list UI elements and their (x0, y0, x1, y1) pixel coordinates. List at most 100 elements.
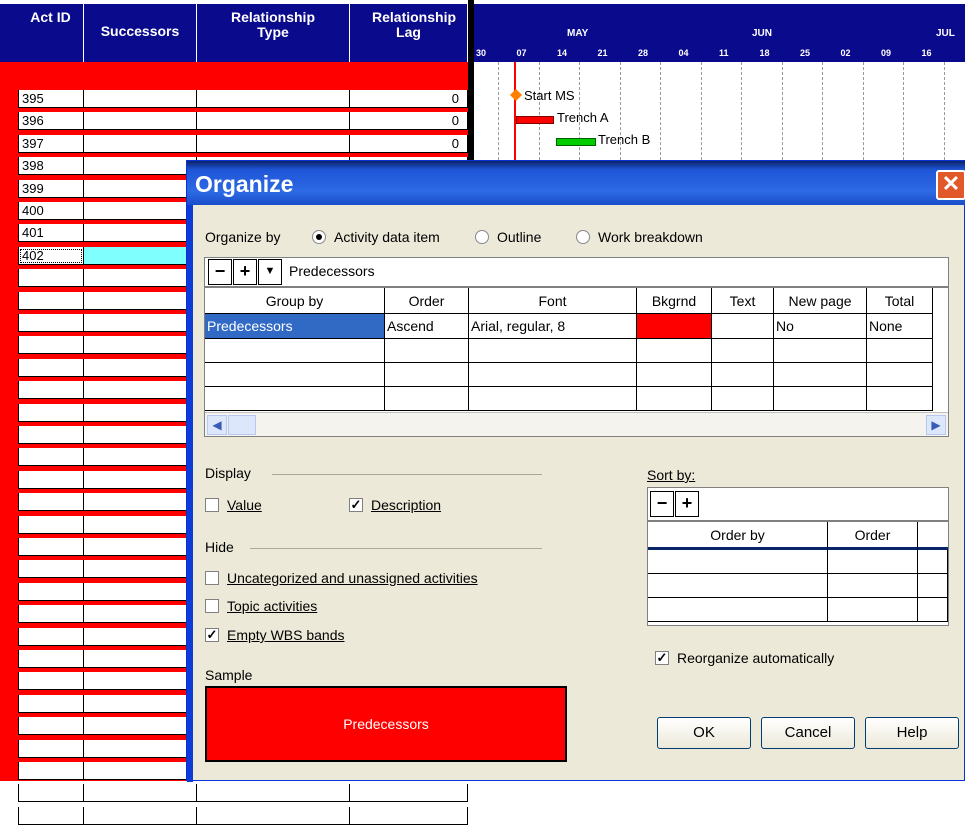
cell-act-id[interactable] (18, 806, 84, 825)
col-font[interactable]: Font (469, 288, 637, 314)
cell-successors[interactable] (84, 224, 197, 243)
cell-successors[interactable] (84, 336, 197, 355)
cell-act-id[interactable]: 395 (18, 90, 84, 108)
empty-group-cell[interactable] (867, 387, 933, 411)
sort-row-cell[interactable] (918, 550, 948, 574)
cell-act-id[interactable]: 402 (18, 246, 84, 265)
cell-act-id[interactable] (18, 493, 84, 512)
col-order[interactable]: Order (385, 288, 469, 314)
close-icon[interactable]: ✕ (936, 170, 965, 200)
trench-a-bar[interactable] (516, 116, 554, 124)
col-sort-order[interactable]: Order (828, 522, 918, 550)
radio-activity-data-item[interactable] (312, 230, 326, 244)
radio-work-breakdown[interactable] (576, 230, 590, 244)
sort-row-cell[interactable] (918, 598, 948, 622)
cell-successors[interactable] (84, 314, 197, 332)
table-row[interactable] (18, 784, 468, 803)
cell-successors[interactable] (84, 515, 197, 534)
remove-sort-button[interactable]: − (650, 491, 674, 517)
empty-group-cell[interactable] (385, 387, 469, 411)
empty-group-cell[interactable] (385, 363, 469, 387)
cell-successors[interactable] (84, 403, 197, 422)
cell-act-id[interactable] (18, 672, 84, 691)
cell-act-id[interactable]: 397 (18, 134, 84, 153)
cell-successors[interactable] (84, 538, 197, 556)
col-total[interactable]: Total (867, 288, 933, 314)
cell-act-id[interactable] (18, 381, 84, 400)
start-ms-milestone[interactable] (510, 89, 522, 101)
group-table-scrollbar[interactable]: ◀ ▶ (205, 412, 948, 436)
empty-group-cell[interactable] (637, 339, 712, 363)
cell-total[interactable]: None (867, 314, 933, 339)
cell-act-id[interactable] (18, 605, 84, 624)
empty-wbs-checkbox[interactable]: ✓ (205, 628, 219, 642)
topic-activities-label[interactable]: Topic activities (227, 598, 317, 614)
col-new-page[interactable]: New page (774, 288, 867, 314)
empty-group-cell[interactable] (205, 363, 385, 387)
cell-act-id[interactable]: 398 (18, 157, 84, 176)
cell-relationship-lag[interactable]: 0 (350, 90, 468, 108)
help-button[interactable]: Help (865, 717, 959, 749)
cell-successors[interactable] (84, 806, 197, 825)
cell-act-id[interactable] (18, 448, 84, 467)
table-row[interactable]: 396 0 (18, 112, 468, 131)
cell-successors[interactable] (84, 90, 197, 108)
cell-act-id[interactable] (18, 336, 84, 355)
cell-successors[interactable] (84, 381, 197, 400)
table-row[interactable] (18, 806, 468, 825)
table-row[interactable]: 397 0 (18, 134, 468, 153)
cell-act-id[interactable] (18, 538, 84, 556)
radio-label[interactable]: Outline (497, 229, 541, 245)
empty-group-cell[interactable] (712, 387, 774, 411)
column-header-relationship-lag[interactable]: Relationship Lag (350, 4, 468, 62)
col-order-by[interactable]: Order by (648, 522, 828, 550)
cell-relationship-lag[interactable]: 0 (350, 112, 468, 131)
cell-successors[interactable] (84, 202, 197, 220)
cell-act-id[interactable] (18, 560, 84, 579)
cell-successors[interactable] (84, 739, 197, 758)
cell-successors[interactable] (84, 358, 197, 377)
cell-act-id[interactable] (18, 358, 84, 377)
cell-successors[interactable] (84, 112, 197, 131)
sort-row-cell[interactable] (828, 550, 918, 574)
cell-act-id[interactable] (18, 470, 84, 489)
cell-successors[interactable] (84, 246, 197, 265)
cell-act-id[interactable] (18, 627, 84, 646)
column-header-relationship-type[interactable]: Relationship Type (197, 4, 350, 62)
empty-group-cell[interactable] (867, 339, 933, 363)
cell-relationship-type[interactable] (197, 90, 350, 108)
cell-successors[interactable] (84, 762, 197, 780)
description-checkbox[interactable]: ✓ (349, 498, 363, 512)
cell-act-id[interactable] (18, 269, 84, 288)
chevron-down-icon[interactable]: ▼ (258, 259, 282, 285)
cell-relationship-lag[interactable] (350, 806, 468, 825)
cell-relationship-type[interactable] (197, 806, 350, 825)
sort-row-cell[interactable] (648, 574, 828, 598)
trench-b-bar[interactable] (556, 138, 596, 146)
empty-group-cell[interactable] (637, 363, 712, 387)
cell-new-page[interactable]: No (774, 314, 867, 339)
cell-successors[interactable] (84, 627, 197, 646)
cell-relationship-lag[interactable]: 0 (350, 134, 468, 153)
cell-act-id[interactable] (18, 784, 84, 803)
cell-font[interactable]: Arial, regular, 8 (469, 314, 637, 339)
empty-group-cell[interactable] (637, 387, 712, 411)
empty-group-cell[interactable] (205, 339, 385, 363)
cell-act-id[interactable] (18, 426, 84, 444)
empty-group-cell[interactable] (712, 363, 774, 387)
cell-act-id[interactable]: 401 (18, 224, 84, 243)
cell-successors[interactable] (84, 582, 197, 601)
cell-successors[interactable] (84, 291, 197, 310)
cancel-button[interactable]: Cancel (761, 717, 855, 749)
cell-act-id[interactable] (18, 762, 84, 780)
remove-group-button[interactable]: − (208, 259, 232, 285)
cell-successors[interactable] (84, 179, 197, 198)
cell-successors[interactable] (84, 448, 197, 467)
chevron-left-icon[interactable]: ◀ (207, 415, 227, 435)
uncategorized-label[interactable]: Uncategorized and unassigned activities (227, 570, 478, 586)
empty-group-cell[interactable] (774, 339, 867, 363)
sort-row-cell[interactable] (918, 574, 948, 598)
sort-row-cell[interactable] (828, 598, 918, 622)
reorganize-checkbox[interactable]: ✓ (655, 651, 669, 665)
column-header-successors[interactable]: Successors (84, 4, 197, 62)
